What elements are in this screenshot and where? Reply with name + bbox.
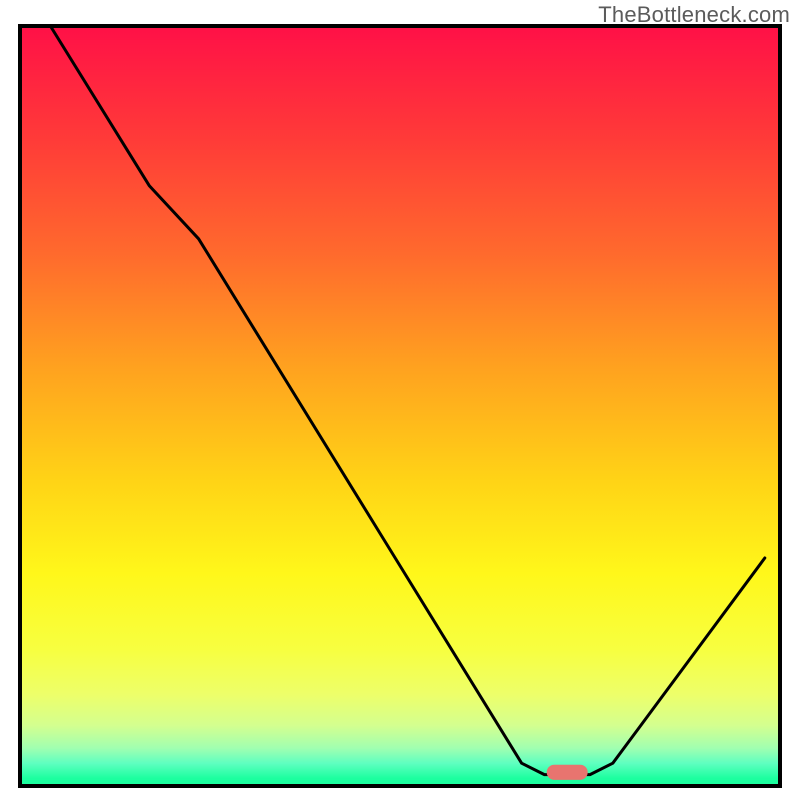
- chart-container: TheBottleneck.com: [0, 0, 800, 800]
- optimal-marker: [547, 765, 588, 780]
- watermark-text: TheBottleneck.com: [598, 2, 790, 28]
- chart-svg: [0, 0, 800, 800]
- heat-gradient: [20, 26, 780, 786]
